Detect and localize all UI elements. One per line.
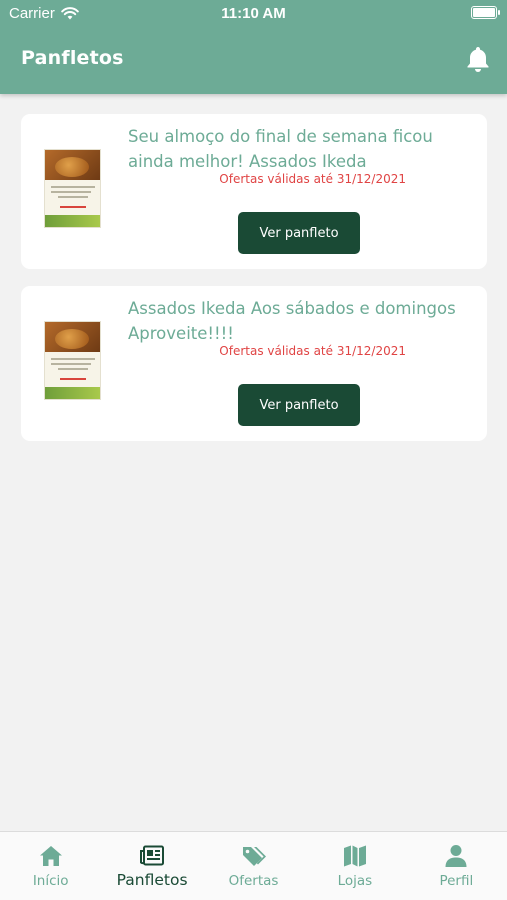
flyer-list: Seu almoço do final de semana ficou aind…	[0, 94, 507, 831]
flyer-validity: Ofertas válidas até 31/12/2021	[219, 172, 406, 186]
map-icon	[343, 845, 366, 867]
tab-label: Panfletos	[116, 871, 188, 889]
home-icon	[39, 846, 62, 866]
flyer-card: Seu almoço do final de semana ficou aind…	[21, 114, 487, 269]
page-title: Panfletos	[21, 47, 124, 69]
flyer-card: Assados Ikeda Aos sábados e domingos Apr…	[21, 286, 487, 441]
flyer-validity: Ofertas válidas até 31/12/2021	[219, 344, 406, 358]
view-flyer-button[interactable]: Ver panfleto	[238, 384, 360, 426]
tab-bar: Início Panfletos Ofertas Lojas Perfil	[0, 831, 507, 900]
view-flyer-button[interactable]: Ver panfleto	[238, 212, 360, 254]
tags-icon	[242, 847, 266, 866]
flyer-title: Assados Ikeda Aos sábados e domingos Apr…	[128, 299, 456, 343]
tab-label: Início	[32, 873, 69, 889]
tab-label: Lojas	[337, 873, 373, 889]
tab-inicio[interactable]: Início	[0, 832, 101, 900]
user-icon	[445, 845, 467, 867]
tab-lojas[interactable]: Lojas	[304, 832, 405, 900]
tab-ofertas[interactable]: Ofertas	[203, 832, 304, 900]
newspaper-icon	[140, 845, 165, 866]
battery-icon	[471, 6, 500, 19]
bell-icon[interactable]	[465, 45, 491, 73]
tab-perfil[interactable]: Perfil	[406, 832, 507, 900]
app-header: Carrier 11:10 AM Panfletos	[0, 0, 507, 94]
status-time: 11:10 AM	[221, 5, 286, 22]
status-bar: Carrier 11:10 AM	[0, 0, 507, 30]
flyer-thumbnail[interactable]	[44, 149, 101, 228]
flyer-thumbnail[interactable]	[44, 321, 101, 400]
tab-panfletos[interactable]: Panfletos	[101, 832, 202, 900]
tab-label: Perfil	[439, 873, 474, 889]
tab-label: Ofertas	[228, 873, 279, 889]
flyer-title: Seu almoço do final de semana ficou aind…	[128, 127, 433, 171]
